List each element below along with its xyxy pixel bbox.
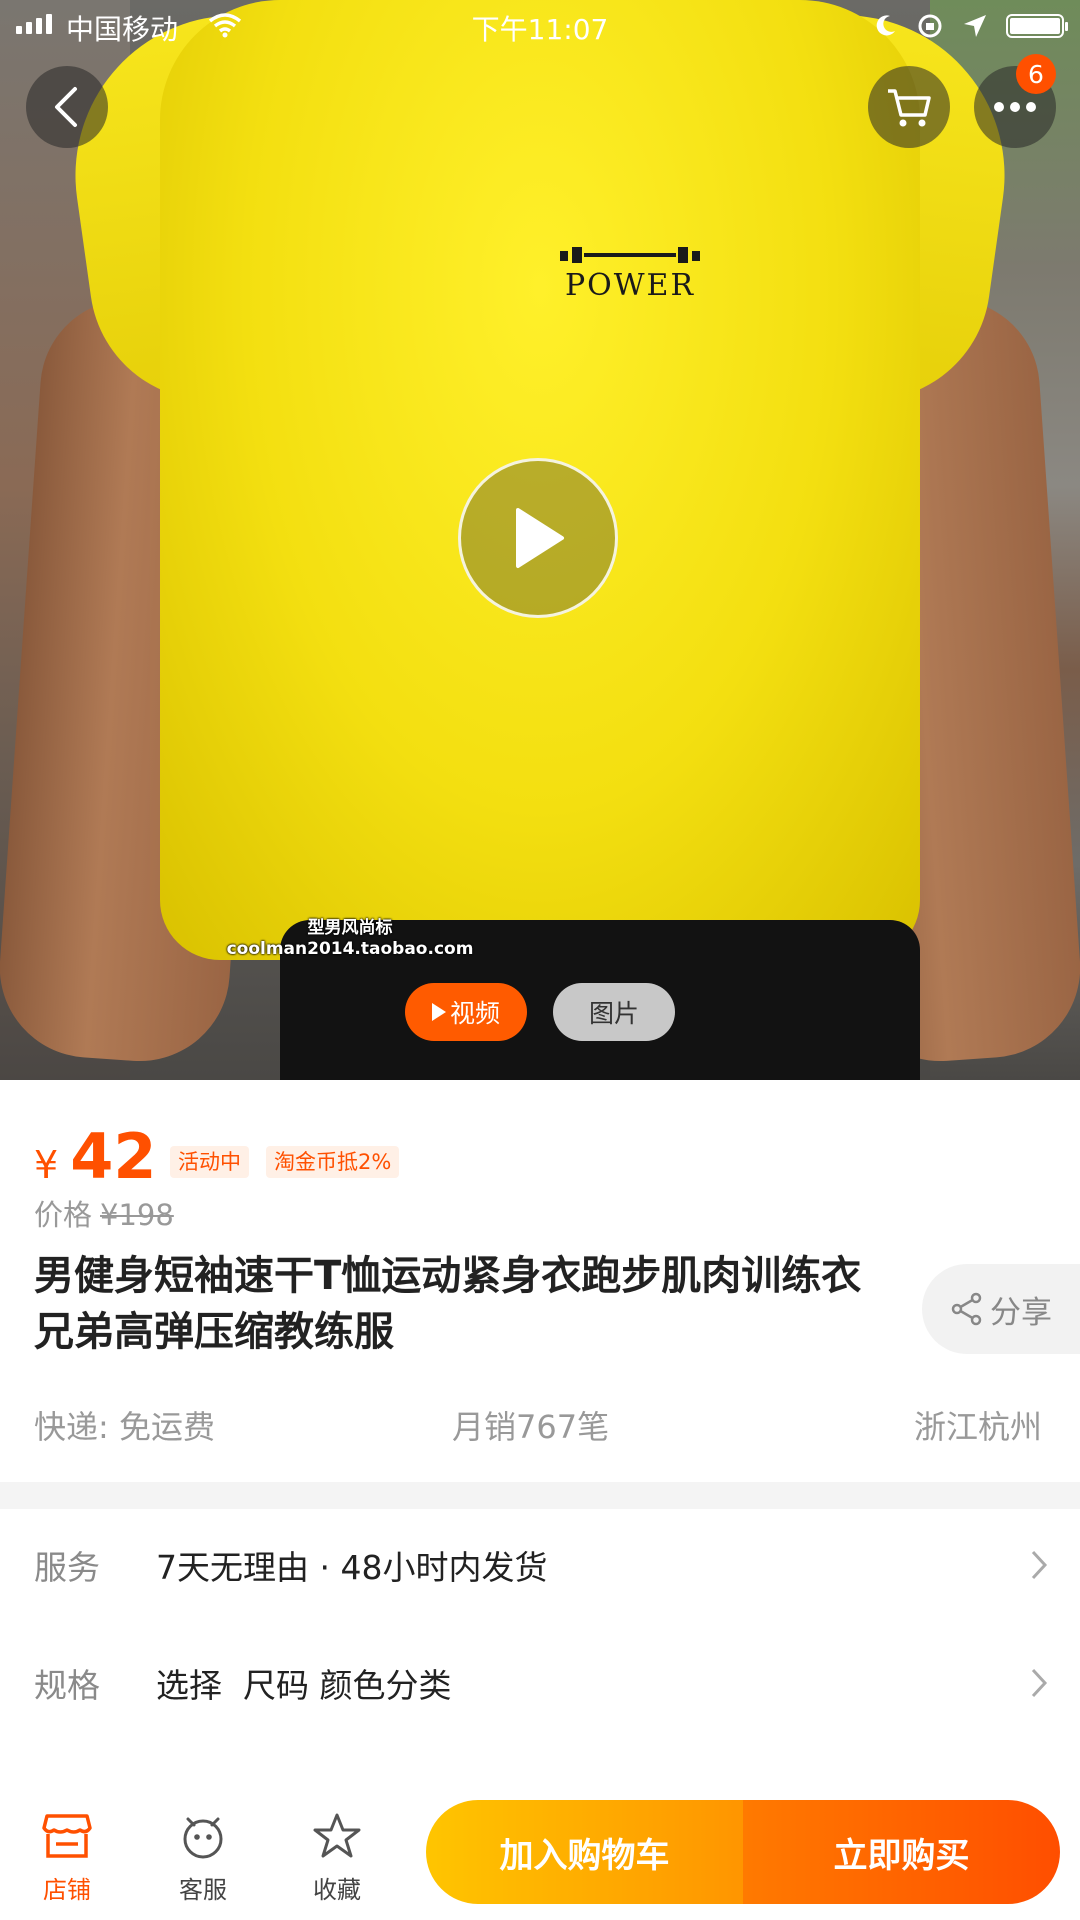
store-icon bbox=[42, 1814, 92, 1858]
back-icon bbox=[55, 87, 77, 127]
chevron-right-icon bbox=[1031, 1668, 1048, 1698]
customer-service-button[interactable]: 客服 bbox=[158, 1808, 248, 1905]
product-info: ¥ 42 活动中 淘金币抵2% 价格 ¥198 男健身短袖速干T恤运动紧身衣跑步肌… bbox=[0, 1080, 1080, 1482]
tab-video-label: 视频 bbox=[449, 999, 500, 1028]
location: 浙江杭州 bbox=[913, 1408, 1042, 1446]
share-label: 分享 bbox=[990, 1294, 1052, 1331]
currency-symbol: ¥ bbox=[34, 1143, 59, 1187]
cart-badge: 6 bbox=[1016, 54, 1056, 94]
product-media[interactable]: POWER 型男风尚标 coolman2014.taobao.com 中国移动 … bbox=[0, 0, 1080, 1080]
original-price-value: ¥198 bbox=[100, 1198, 174, 1232]
spec-label: 规格 bbox=[34, 1666, 100, 1705]
shop-watermark: 型男风尚标 coolman2014.taobao.com bbox=[220, 918, 480, 960]
activity-tag: 活动中 bbox=[170, 1146, 249, 1178]
cart-button[interactable] bbox=[868, 66, 950, 148]
spec-value: 选择 尺码 颜色分类 bbox=[156, 1666, 452, 1705]
status-bar: 中国移动 下午11:07 bbox=[0, 0, 1080, 52]
price-row: ¥ 42 bbox=[34, 1120, 156, 1193]
barbell-logo-icon bbox=[560, 247, 700, 263]
share-button[interactable]: 分享 bbox=[922, 1264, 1080, 1354]
cart-icon bbox=[888, 89, 931, 127]
service-icon bbox=[183, 1817, 223, 1859]
tab-photo[interactable]: 图片 bbox=[553, 983, 675, 1041]
service-value: 7天无理由 · 48小时内发货 bbox=[156, 1548, 548, 1587]
favorite-button[interactable]: 收藏 bbox=[292, 1808, 382, 1905]
coin-tag: 淘金币抵2% bbox=[266, 1146, 400, 1178]
battery-icon bbox=[1006, 14, 1068, 38]
chevron-right-icon bbox=[1031, 1550, 1048, 1580]
play-video-button[interactable] bbox=[458, 458, 618, 618]
battery-fill bbox=[1010, 18, 1060, 34]
share-icon bbox=[951, 1292, 982, 1326]
shirt-logo-text: POWER bbox=[564, 268, 696, 303]
play-small-icon bbox=[431, 1003, 446, 1021]
original-price: 价格 ¥198 bbox=[34, 1192, 174, 1234]
more-icon bbox=[994, 102, 1036, 112]
service-row[interactable]: 服务 7天无理由 · 48小时内发货 bbox=[0, 1509, 1080, 1619]
option-rows: 服务 7天无理由 · 48小时内发货 规格 选择 尺码 颜色分类 bbox=[0, 1509, 1080, 1754]
watermark-line2: coolman2014.taobao.com bbox=[226, 939, 474, 959]
location-arrow-icon bbox=[964, 15, 986, 37]
spec-row[interactable]: 规格 选择 尺码 颜色分类 bbox=[0, 1627, 1080, 1737]
tab-photo-label: 图片 bbox=[588, 999, 639, 1028]
watermark-line1: 型男风尚标 bbox=[307, 918, 393, 938]
status-right-icons bbox=[872, 12, 1068, 40]
add-to-cart-button[interactable]: 加入购物车 bbox=[426, 1800, 743, 1904]
store-label: 店铺 bbox=[43, 1876, 91, 1904]
favorite-label: 收藏 bbox=[313, 1876, 361, 1904]
monthly-sales: 月销767笔 bbox=[452, 1408, 610, 1446]
back-button[interactable] bbox=[26, 66, 108, 148]
rotation-lock-icon bbox=[918, 14, 942, 38]
tab-video[interactable]: 视频 bbox=[405, 983, 527, 1041]
star-icon bbox=[313, 1813, 361, 1858]
store-button[interactable]: 店铺 bbox=[22, 1808, 112, 1905]
buy-now-button[interactable]: 立即购买 bbox=[743, 1800, 1060, 1904]
bottom-action-bar: 店铺 客服 收藏 加入购物车 立即购买 bbox=[0, 1754, 1080, 1920]
shipping-info: 快递: 免运费 bbox=[34, 1408, 215, 1446]
service-nav-label: 客服 bbox=[179, 1876, 227, 1904]
current-price: 42 bbox=[70, 1120, 157, 1193]
moon-icon bbox=[876, 15, 895, 36]
service-label: 服务 bbox=[34, 1548, 100, 1587]
cta-group: 加入购物车 立即购买 bbox=[426, 1800, 1060, 1904]
play-icon bbox=[516, 508, 564, 568]
product-title: 男健身短袖速干T恤运动紧身衣跑步肌肉训练衣兄弟高弹压缩教练服 bbox=[34, 1253, 862, 1355]
original-price-label: 价格 bbox=[34, 1198, 93, 1232]
